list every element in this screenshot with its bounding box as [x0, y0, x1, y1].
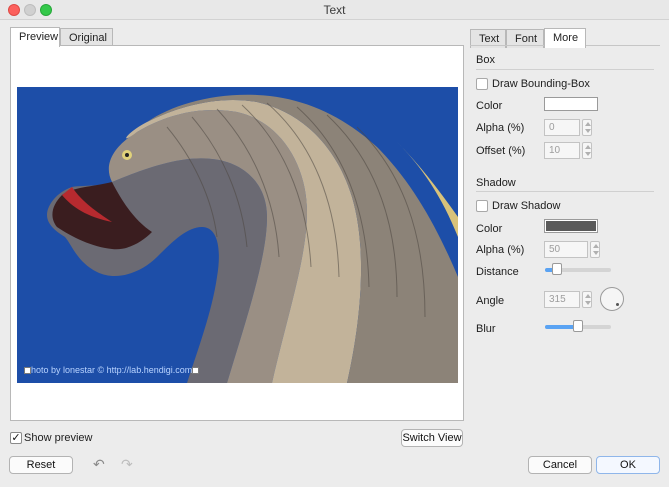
redo-arrow-icon[interactable]: ↷: [121, 456, 133, 473]
resize-handle-right[interactable]: [192, 367, 200, 374]
shadow-distance-knob[interactable]: [552, 263, 562, 275]
shadow-angle-label: Angle: [476, 295, 505, 307]
shadow-color-swatch: [546, 221, 596, 231]
shadow-section-header: Shadow: [476, 177, 516, 189]
shadow-blur-knob[interactable]: [573, 320, 583, 332]
shadow-color-label: Color: [476, 223, 503, 235]
draw-bounding-box-label: Draw Bounding-Box: [492, 78, 590, 90]
box-alpha-label: Alpha (%): [476, 122, 525, 134]
box-offset-label: Offset (%): [476, 145, 526, 157]
box-offset-stepper[interactable]: [582, 142, 592, 159]
box-alpha-input[interactable]: 0: [544, 119, 580, 136]
shadow-angle-dial[interactable]: [600, 287, 624, 311]
box-color-label: Color: [476, 100, 503, 112]
shadow-distance-slider[interactable]: [545, 263, 611, 275]
draw-shadow-checkbox[interactable]: [476, 200, 488, 212]
tab-more[interactable]: More: [544, 28, 586, 48]
switch-view-button[interactable]: Switch View: [401, 429, 463, 447]
window-title: Text: [323, 3, 346, 17]
preview-panel: hoto by lonestar © http://lab.hendigi.co…: [10, 45, 464, 421]
cancel-button[interactable]: Cancel: [528, 456, 592, 474]
box-color-well[interactable]: [544, 97, 598, 111]
dinosaur-neck-illustration: [17, 87, 458, 383]
undo-arrow-icon[interactable]: ↶: [93, 456, 105, 473]
shadow-blur-label: Blur: [476, 323, 496, 335]
shadow-blur-slider[interactable]: [545, 320, 611, 332]
shadow-angle-stepper[interactable]: [582, 291, 592, 308]
reset-button[interactable]: Reset: [9, 456, 73, 474]
title-bar: Text: [0, 0, 669, 20]
resize-handle-left[interactable]: [24, 367, 31, 374]
shadow-distance-label: Distance: [476, 266, 519, 278]
show-preview-label: Show preview: [24, 432, 93, 444]
box-separator: [476, 69, 654, 70]
box-color-swatch: [546, 99, 596, 109]
shadow-separator: [476, 191, 654, 192]
shadow-color-well[interactable]: [544, 219, 598, 233]
tab-preview[interactable]: Preview: [10, 27, 60, 47]
shadow-angle-input[interactable]: 315: [544, 291, 580, 308]
shadow-alpha-input[interactable]: 50: [544, 241, 588, 258]
draw-shadow-label: Draw Shadow: [492, 200, 561, 212]
shadow-alpha-label: Alpha (%): [476, 244, 525, 256]
box-alpha-stepper[interactable]: [582, 119, 592, 136]
ok-button[interactable]: OK: [596, 456, 660, 474]
watermark-text: hoto by lonestar © http://lab.hendigi.co…: [24, 365, 200, 375]
show-preview-checkbox[interactable]: ✓: [10, 432, 22, 444]
preview-image: hoto by lonestar © http://lab.hendigi.co…: [17, 87, 458, 383]
box-offset-input[interactable]: 10: [544, 142, 580, 159]
draw-bounding-box-checkbox[interactable]: [476, 78, 488, 90]
box-section-header: Box: [476, 54, 495, 66]
angle-dial-indicator: [616, 303, 619, 306]
shadow-alpha-stepper[interactable]: [590, 241, 600, 258]
